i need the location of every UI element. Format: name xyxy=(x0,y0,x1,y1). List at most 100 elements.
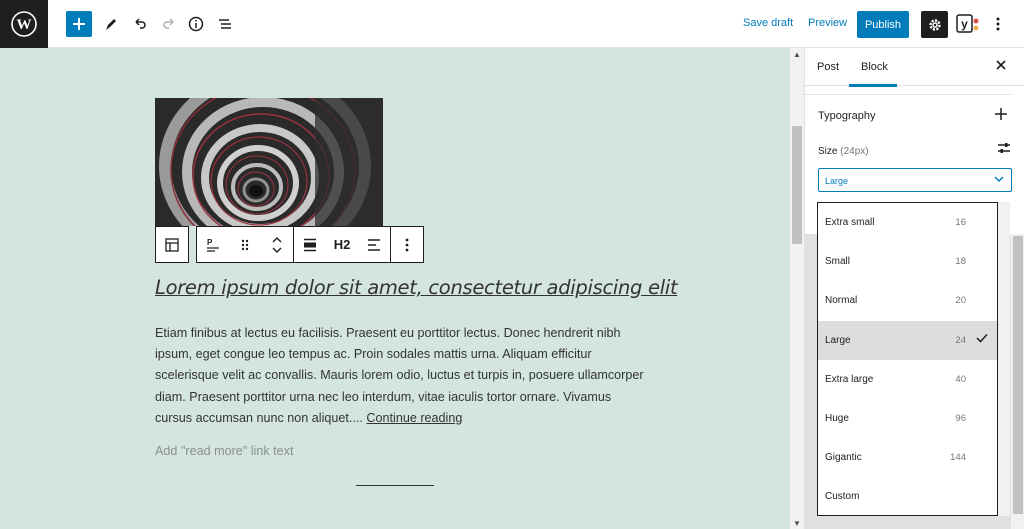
editor-canvas: P H2 Lorem ipsum dolor sit amet, consect… xyxy=(0,48,790,529)
sidebar-scrollbar-thumb[interactable] xyxy=(1013,236,1023,514)
typography-panel-title: Typography xyxy=(818,110,876,122)
close-sidebar-button[interactable] xyxy=(995,58,1007,76)
more-vertical-icon xyxy=(405,238,409,251)
sidebar-scrollbar[interactable] xyxy=(1011,234,1024,529)
yoast-button[interactable]: y xyxy=(956,13,980,35)
post-excerpt[interactable]: Etiam finibus at lectus eu facilisis. Pr… xyxy=(155,323,645,429)
option-label: Custom xyxy=(825,491,860,503)
size-hint: (24px) xyxy=(840,146,869,157)
canvas-scrollbar[interactable]: ▲ ▼ xyxy=(790,48,804,529)
read-more-placeholder[interactable]: Add "read more" link text xyxy=(155,444,293,458)
font-size-label: Size (24px) xyxy=(818,146,869,157)
preview-button[interactable]: Preview xyxy=(808,17,847,29)
option-extra-large[interactable]: Extra large 40 xyxy=(818,360,997,399)
check-icon xyxy=(976,333,988,346)
option-value: 20 xyxy=(955,295,966,307)
option-large[interactable]: Large 24 xyxy=(818,320,997,360)
chevron-up-down-icon xyxy=(272,236,282,253)
options-button[interactable] xyxy=(984,10,1012,38)
tab-block[interactable]: Block xyxy=(861,61,888,73)
tab-post[interactable]: Post xyxy=(817,61,839,73)
chevron-down-icon xyxy=(994,175,1004,185)
post-title-heading[interactable]: Lorem ipsum dolor sit amet, consectetur … xyxy=(155,276,678,299)
option-value: 144 xyxy=(950,452,966,464)
list-view-icon xyxy=(219,19,231,29)
settings-button[interactable] xyxy=(921,11,948,38)
option-label: Large xyxy=(825,334,851,346)
undo-button[interactable] xyxy=(126,10,154,38)
separator-line xyxy=(356,485,434,486)
drag-handle[interactable] xyxy=(229,227,261,262)
option-label: Extra large xyxy=(825,373,874,385)
more-vertical-icon xyxy=(996,17,1000,31)
align-button[interactable] xyxy=(294,227,326,262)
option-value: 24 xyxy=(955,334,966,346)
gear-icon xyxy=(928,18,941,31)
details-button[interactable] xyxy=(182,10,210,38)
scroll-up-arrow[interactable]: ▲ xyxy=(790,48,804,60)
svg-text:y: y xyxy=(961,17,968,31)
custom-size-toggle[interactable] xyxy=(997,141,1011,160)
move-up-down-buttons[interactable] xyxy=(261,227,293,262)
option-value: 40 xyxy=(955,373,966,385)
option-label: Gigantic xyxy=(825,452,862,464)
scrollbar-thumb[interactable] xyxy=(792,126,802,244)
spiral-staircase-image xyxy=(155,98,383,226)
active-tab-indicator xyxy=(849,84,897,87)
size-label-text: Size xyxy=(818,146,838,157)
option-extra-small[interactable]: Extra small 16 xyxy=(818,203,997,242)
info-icon xyxy=(188,16,204,32)
option-label: Extra small xyxy=(825,217,875,229)
option-label: Small xyxy=(825,256,851,268)
sliders-icon xyxy=(998,143,1010,153)
redo-button[interactable] xyxy=(155,10,183,38)
post-title-block-button[interactable]: P xyxy=(197,227,229,262)
select-parent-button[interactable] xyxy=(156,227,188,262)
list-view-button[interactable] xyxy=(211,10,239,38)
text-align-button[interactable] xyxy=(358,227,390,262)
wordpress-icon: W xyxy=(11,11,37,37)
option-huge[interactable]: Huge 96 xyxy=(818,399,997,438)
block-tools-group: P H2 xyxy=(196,226,424,263)
tools-button[interactable] xyxy=(97,10,125,38)
plus-icon xyxy=(995,108,1007,120)
wordpress-logo[interactable]: W xyxy=(0,0,48,48)
add-block-button[interactable] xyxy=(66,11,92,37)
publish-button[interactable]: Publish xyxy=(857,11,909,38)
option-label: Normal xyxy=(825,295,858,307)
yoast-icon: y xyxy=(956,14,979,33)
option-normal[interactable]: Normal 20 xyxy=(818,281,997,320)
featured-image[interactable] xyxy=(155,98,383,226)
layout-icon xyxy=(165,237,179,252)
option-value: 96 xyxy=(955,413,966,425)
save-draft-button[interactable]: Save draft xyxy=(743,17,793,29)
heading-level-button[interactable]: H2 xyxy=(326,227,358,262)
panel-divider xyxy=(805,94,1011,95)
option-value: 18 xyxy=(955,256,966,268)
parent-block-group xyxy=(155,226,189,263)
plus-icon xyxy=(73,18,85,30)
option-custom[interactable]: Custom xyxy=(818,477,997,515)
font-size-select[interactable]: Large xyxy=(818,168,1012,192)
post-title-icon: P xyxy=(207,238,219,252)
svg-text:P: P xyxy=(207,238,213,247)
selected-size: Large xyxy=(825,176,849,186)
scroll-down-arrow[interactable]: ▼ xyxy=(790,517,804,529)
font-size-options-list: Extra small 16 Small 18 Normal 20 Large … xyxy=(817,202,998,516)
align-left-icon xyxy=(368,238,380,251)
pen-icon xyxy=(106,19,116,30)
dropdown-scrollbar[interactable] xyxy=(998,202,1010,516)
top-toolbar: W Save draft Preview Publish y xyxy=(0,0,1024,48)
option-label: Huge xyxy=(825,413,849,425)
sidebar-tabs: Post Block xyxy=(805,48,1024,87)
typography-options-button[interactable] xyxy=(995,104,1007,125)
align-wide-icon xyxy=(304,238,316,251)
continue-reading-link[interactable]: Continue reading xyxy=(366,411,462,425)
close-icon xyxy=(996,60,1006,70)
option-small[interactable]: Small 18 xyxy=(818,242,997,281)
undo-icon xyxy=(135,18,146,29)
option-gigantic[interactable]: Gigantic 144 xyxy=(818,438,997,477)
block-options-button[interactable] xyxy=(391,227,423,262)
redo-icon xyxy=(163,18,174,29)
drag-handle-icon xyxy=(241,239,249,250)
